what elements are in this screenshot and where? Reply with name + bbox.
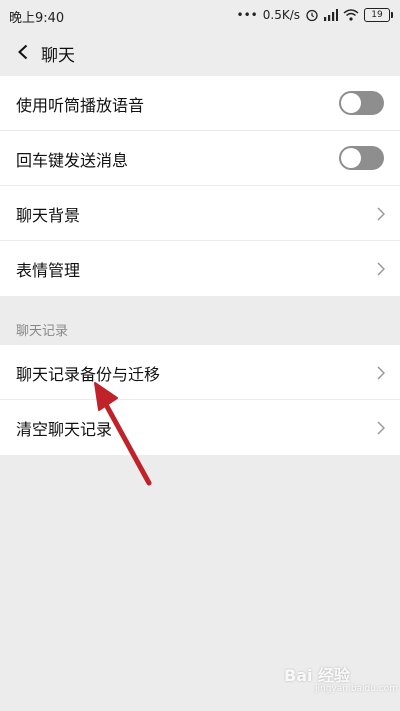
- chevron-right-icon: [377, 421, 385, 435]
- setting-row-enter-send[interactable]: 回车键发送消息: [0, 131, 400, 186]
- setting-label: 清空聊天记录: [16, 420, 113, 439]
- watermark-subtext: jingyan.baidu.com: [315, 684, 399, 694]
- setting-row-clear-history[interactable]: 清空聊天记录: [0, 400, 400, 455]
- setting-row-sticker-management[interactable]: 表情管理: [0, 241, 400, 296]
- setting-label: 表情管理: [16, 261, 81, 280]
- setting-row-earpiece[interactable]: 使用听筒播放语音: [0, 76, 400, 131]
- setting-label: 回车键发送消息: [16, 151, 129, 170]
- signal-icon: [324, 9, 338, 21]
- wifi-icon: [343, 9, 359, 21]
- network-speed: 0.5K/s: [262, 8, 300, 22]
- section-title: 聊天记录: [16, 324, 69, 339]
- enter-send-toggle[interactable]: [339, 146, 384, 170]
- setting-label: 聊天背景: [16, 206, 81, 225]
- setting-label: 使用听筒播放语音: [16, 96, 145, 115]
- chevron-right-icon: [377, 262, 385, 276]
- toggle-knob: [341, 148, 361, 168]
- chat-records-group: 聊天记录备份与迁移 清空聊天记录: [0, 345, 400, 455]
- watermark-logo: Bai 经验: [284, 666, 351, 685]
- battery-icon: 19: [364, 8, 393, 22]
- settings-group: 使用听筒播放语音 回车键发送消息 聊天背景 表情管理: [0, 76, 400, 296]
- alarm-icon: [306, 9, 318, 22]
- setting-row-chat-background[interactable]: 聊天背景: [0, 186, 400, 241]
- setting-row-backup-migrate[interactable]: 聊天记录备份与迁移: [0, 345, 400, 400]
- status-dots-icon: •••: [236, 8, 258, 22]
- page-title: 聊天: [41, 46, 75, 66]
- setting-label: 聊天记录备份与迁移: [16, 365, 161, 384]
- header: 聊天: [0, 30, 400, 75]
- status-bar: 晚上9:40 ••• 0.5K/s 19: [0, 0, 400, 30]
- earpiece-toggle[interactable]: [339, 91, 384, 115]
- battery-level: 19: [371, 9, 383, 20]
- chevron-right-icon: [377, 366, 385, 380]
- toggle-knob: [341, 93, 361, 113]
- status-icons: ••• 0.5K/s 19: [236, 5, 393, 25]
- status-time: 晚上9:40: [9, 11, 65, 26]
- chevron-left-icon[interactable]: [14, 42, 34, 62]
- chevron-right-icon: [377, 207, 385, 221]
